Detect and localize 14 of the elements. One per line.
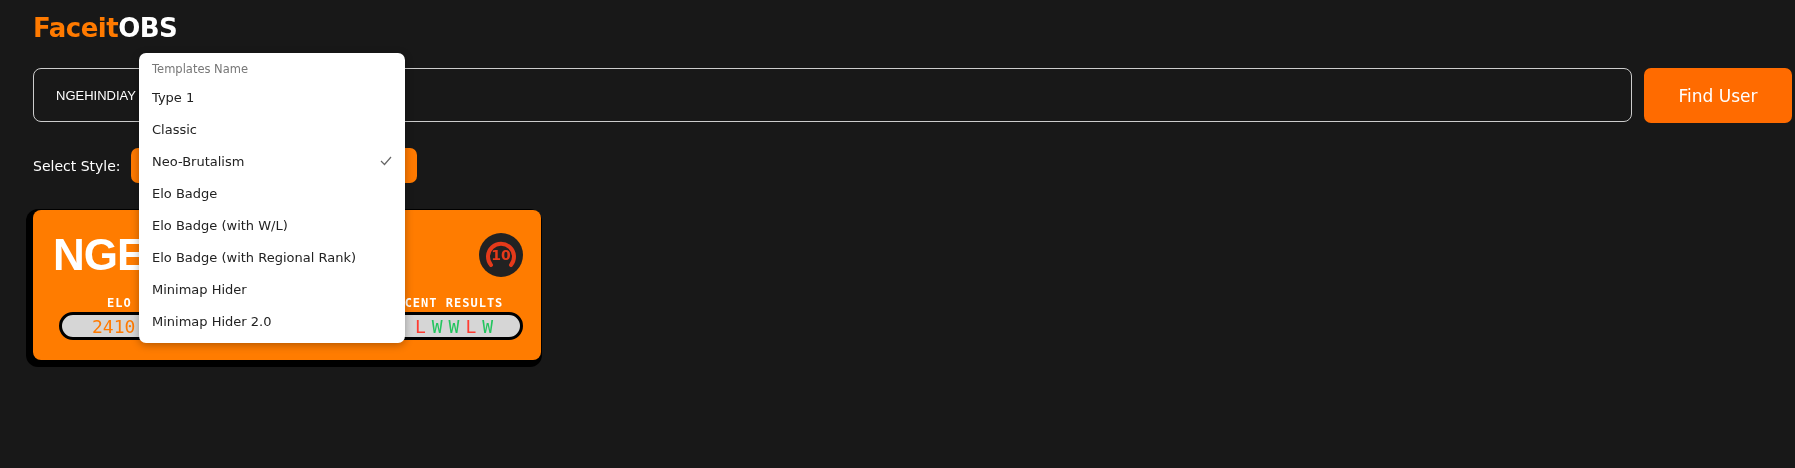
- elo-label: ELO: [107, 296, 132, 310]
- results-label: CENT RESULTS: [404, 296, 504, 310]
- menu-item[interactable]: Type 1: [139, 81, 405, 113]
- menu-item[interactable]: Neo-Brutalism: [139, 145, 405, 177]
- level-badge: 10: [479, 233, 523, 277]
- menu-item[interactable]: Elo Badge: [139, 177, 405, 209]
- check-icon: [380, 156, 392, 166]
- result-letter: W: [448, 315, 460, 337]
- result-letter: L: [414, 315, 426, 337]
- logo: FaceitOBS: [33, 12, 178, 45]
- result-letter: W: [482, 315, 494, 337]
- select-style-label: Select Style:: [33, 157, 121, 174]
- result-letter: W: [431, 315, 443, 337]
- result-letter: L: [465, 315, 477, 337]
